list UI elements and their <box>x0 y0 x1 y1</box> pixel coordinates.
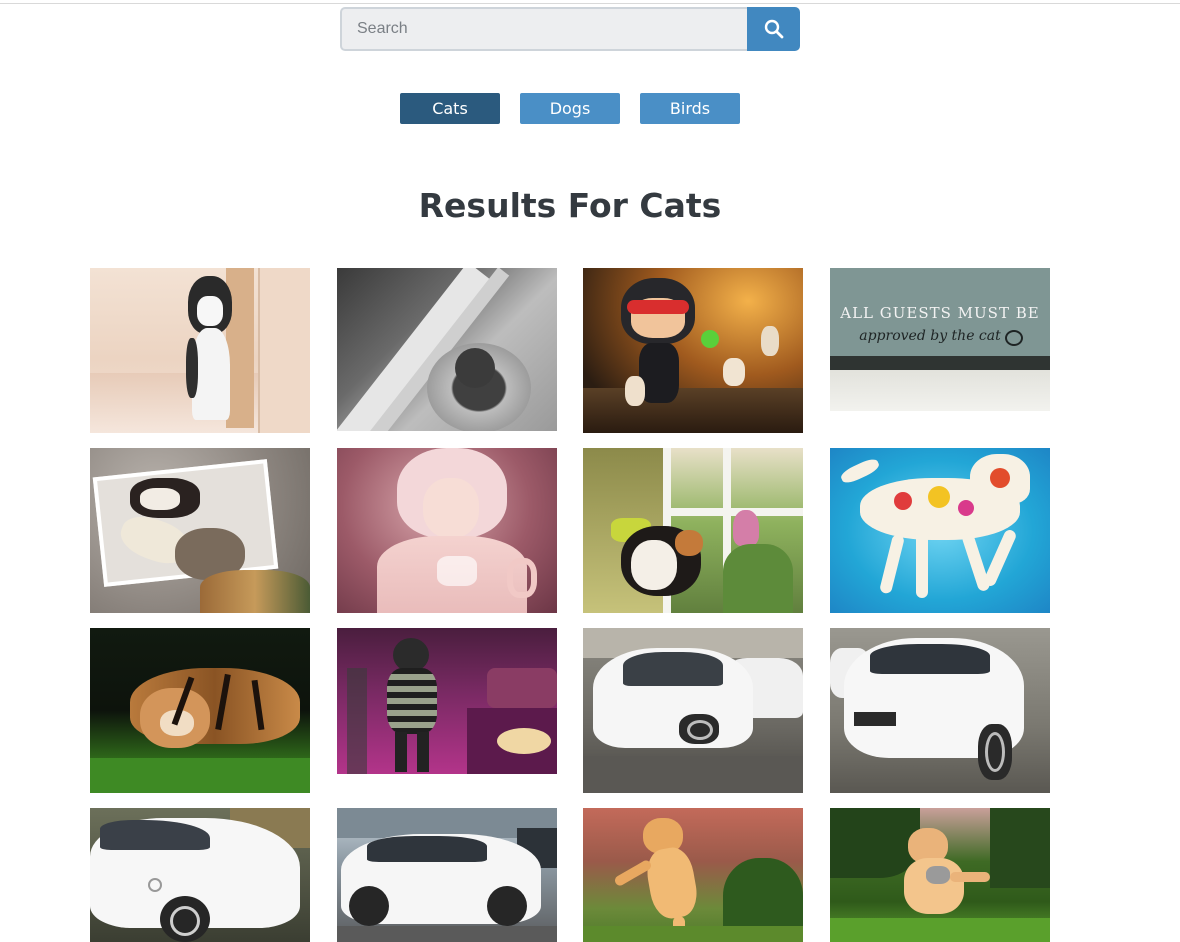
search-icon <box>764 19 784 39</box>
gallery-image-white-car-street[interactable] <box>337 808 557 942</box>
gallery-image-pink-character[interactable] <box>337 448 557 613</box>
top-divider <box>0 3 1180 4</box>
gallery-image-guests-sign[interactable]: ALL GUESTS MUST BE approved by the cat <box>830 268 1050 411</box>
gallery-image-striped-sweater[interactable] <box>337 628 557 774</box>
gallery-image-cat-door[interactable] <box>90 268 310 433</box>
gallery-image-cat-figure[interactable] <box>583 268 803 433</box>
search-bar <box>340 7 800 51</box>
filter-cats-button[interactable]: Cats <box>400 93 500 124</box>
filter-birds-button[interactable]: Birds <box>640 93 740 124</box>
sign-text-bottom: approved by the cat <box>859 328 1001 344</box>
sign-text-top: ALL GUESTS MUST BE <box>840 304 1040 322</box>
filter-dogs-button[interactable]: Dogs <box>520 93 620 124</box>
gallery-image-white-car-front[interactable] <box>583 628 803 793</box>
gallery-image-orange-cat-leap[interactable] <box>583 808 803 942</box>
gallery-image-orange-cat-play[interactable] <box>830 808 1050 942</box>
gallery-image-calico-tulips[interactable] <box>583 448 803 613</box>
search-input[interactable] <box>340 7 747 51</box>
gallery-image-dog-cat-collage[interactable] <box>90 448 310 613</box>
results-heading: Results For Cats <box>418 186 722 225</box>
gallery-image-white-car-rear[interactable] <box>830 628 1050 793</box>
gallery-image-cat-window[interactable] <box>337 268 557 431</box>
gallery-image-tiger[interactable] <box>90 628 310 793</box>
image-gallery: ALL GUESTS MUST BE approved by the cat <box>90 268 1050 942</box>
category-filters: Cats Dogs Birds <box>400 93 740 124</box>
search-button[interactable] <box>747 7 800 51</box>
gallery-image-floral-cat[interactable] <box>830 448 1050 613</box>
gallery-image-white-car-side[interactable] <box>90 808 310 942</box>
